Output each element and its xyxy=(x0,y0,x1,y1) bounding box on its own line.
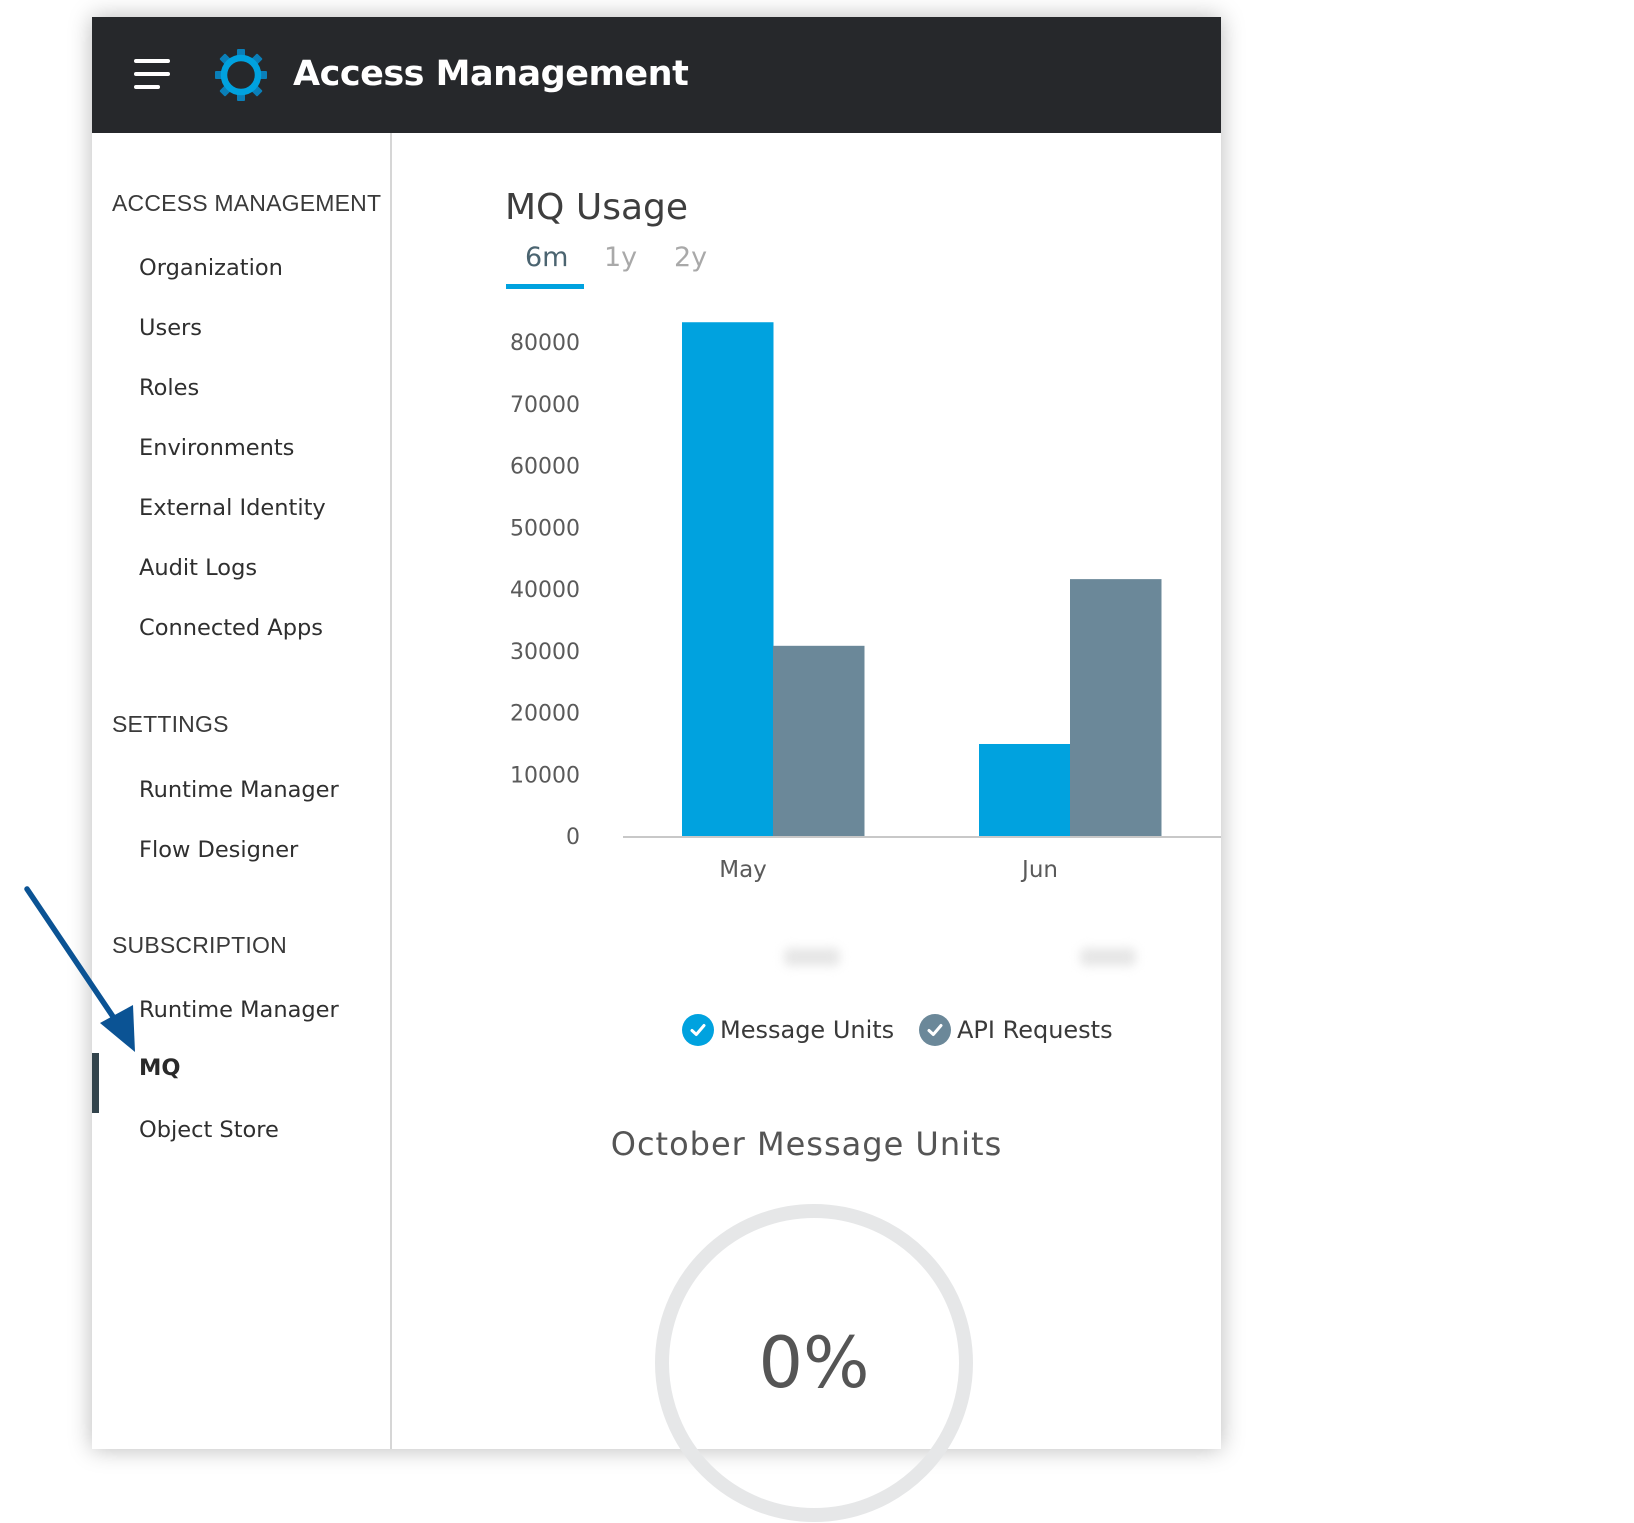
y-tick-label: 10000 xyxy=(510,763,580,788)
x-category-label: Jun xyxy=(1020,857,1058,883)
check-circle-icon xyxy=(919,1014,951,1046)
sidebar-section-access-management: ACCESS MANAGEMENT xyxy=(112,190,382,216)
sidebar-item-audit-logs[interactable]: Audit Logs xyxy=(139,555,257,581)
y-tick-label: 70000 xyxy=(510,393,580,418)
sidebar-item-flow-designer[interactable]: Flow Designer xyxy=(139,837,298,863)
active-item-indicator xyxy=(92,1053,99,1113)
y-tick-label: 30000 xyxy=(510,640,580,665)
x-category-label: May xyxy=(719,857,767,883)
hamburger-menu-icon[interactable] xyxy=(134,57,172,93)
sidebar-item-organization[interactable]: Organization xyxy=(139,255,283,281)
sidebar-section-subscription: SUBSCRIPTION xyxy=(112,932,287,958)
sidebar-item-mq[interactable]: MQ xyxy=(139,1055,181,1081)
y-tick-label: 60000 xyxy=(510,455,580,480)
app-title: Access Management xyxy=(293,54,689,94)
sidebar-item-subscription-runtime-manager[interactable]: Runtime Manager xyxy=(139,997,339,1023)
sidebar-item-users[interactable]: Users xyxy=(139,315,202,341)
legend-message-units[interactable]: Message Units xyxy=(682,1014,894,1046)
bar-jun-api-requests[interactable] xyxy=(1070,579,1162,836)
y-tick-label: 20000 xyxy=(510,702,580,727)
legend-api-requests[interactable]: API Requests xyxy=(919,1014,1113,1046)
y-tick-label: 0 xyxy=(566,825,580,850)
sidebar-item-environments[interactable]: Environments xyxy=(139,435,294,461)
sidebar-item-settings-runtime-manager[interactable]: Runtime Manager xyxy=(139,777,339,803)
legend-label: API Requests xyxy=(957,1016,1113,1044)
sidebar: ACCESS MANAGEMENT Organization Users Rol… xyxy=(92,133,392,1449)
sidebar-section-settings: SETTINGS xyxy=(112,711,229,737)
y-tick-label: 50000 xyxy=(510,516,580,541)
gauge-value: 0% xyxy=(758,1322,870,1404)
gear-icon xyxy=(215,49,267,101)
bar-may-api-requests[interactable] xyxy=(773,645,865,836)
sidebar-item-object-store[interactable]: Object Store xyxy=(139,1117,279,1143)
sidebar-item-connected-apps[interactable]: Connected Apps xyxy=(139,615,323,641)
bar-may-message-units[interactable] xyxy=(682,322,774,836)
sidebar-item-external-identity[interactable]: External Identity xyxy=(139,495,326,521)
gauge-title: October Message Units xyxy=(610,1125,1003,1163)
main-content: MQ Usage 6m 1y 2y 0 10000 20000 30000 40000 5… xyxy=(392,133,1221,1522)
bar-jun-message-units[interactable] xyxy=(979,743,1071,836)
legend-label: Message Units xyxy=(720,1016,895,1044)
jun-year-redacted xyxy=(1080,948,1136,966)
may-year-redacted xyxy=(784,948,840,966)
y-tick-label: 40000 xyxy=(510,578,580,603)
check-circle-icon xyxy=(682,1014,714,1046)
app-window: Access Management ACCESS MANAGEMENT Orga… xyxy=(92,17,1221,1522)
y-tick-label: 80000 xyxy=(510,331,580,356)
top-bar: Access Management xyxy=(92,17,1221,133)
sidebar-item-roles[interactable]: Roles xyxy=(139,375,199,401)
